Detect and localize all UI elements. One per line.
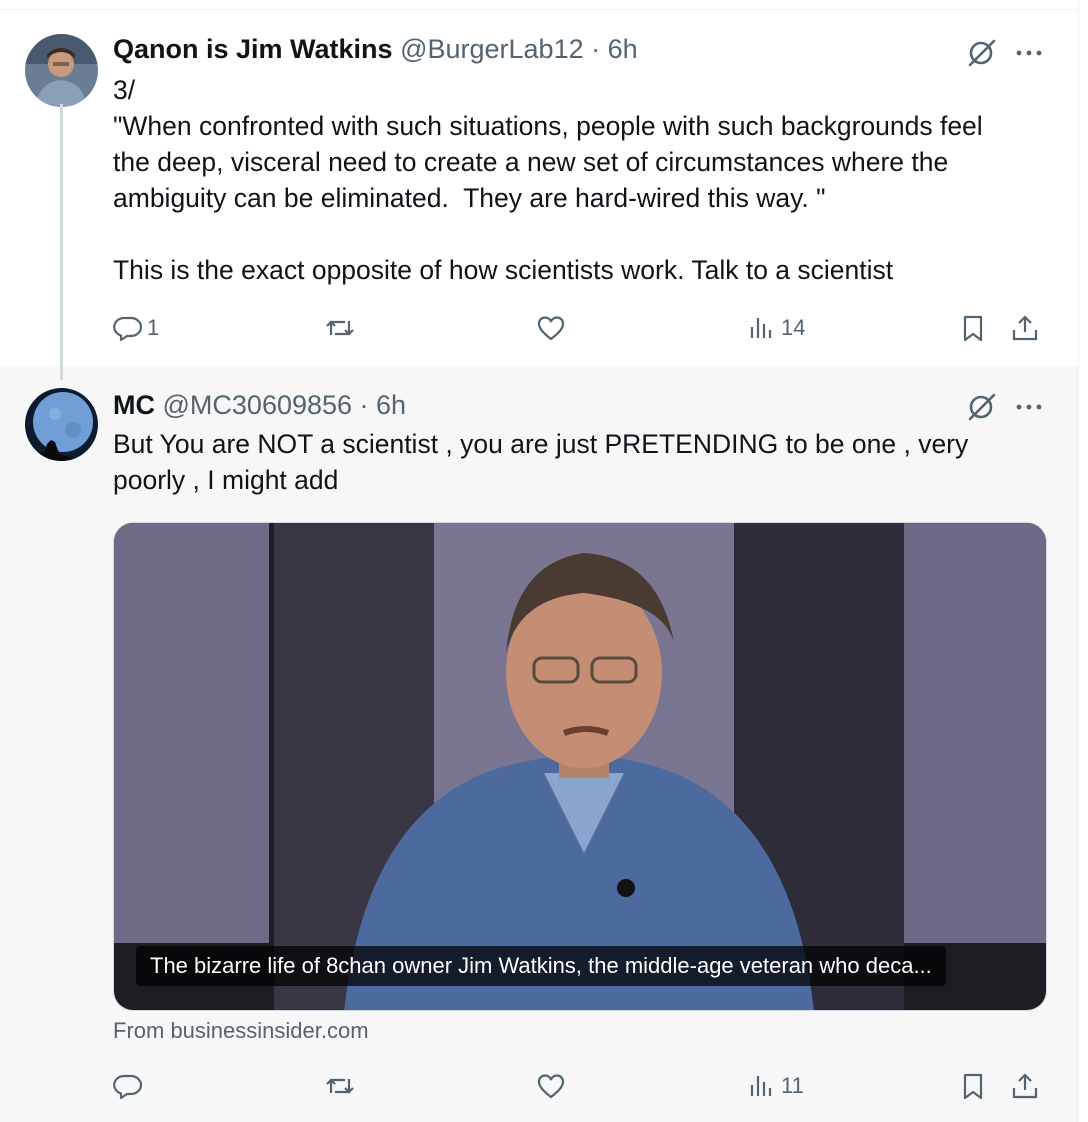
tweet-actions: 11 (113, 1066, 1053, 1106)
views-button[interactable]: 14 (747, 308, 805, 348)
retweet-icon (326, 1078, 354, 1094)
author-handle-time[interactable]: @MC30609856 · 6h (163, 390, 407, 420)
views-icon (750, 1076, 772, 1096)
tweet-text-line: 3/ (113, 75, 136, 105)
share-button[interactable] (1010, 308, 1040, 348)
reply-button[interactable] (113, 1066, 143, 1106)
author-name[interactable]: MC (113, 390, 155, 420)
share-icon (1012, 315, 1038, 341)
share-icon (1012, 1073, 1038, 1099)
author-name[interactable]: Qanon is Jim Watkins (113, 34, 393, 64)
bookmark-icon (963, 1073, 983, 1100)
grok-icon[interactable] (965, 390, 999, 424)
views-count: 11 (781, 1073, 804, 1098)
reply-icon (113, 316, 143, 342)
tweet-text: 3/ "When confronted with such situations… (113, 72, 1053, 288)
tweet-text-line: poorly , I might add (113, 465, 339, 495)
tweet-1[interactable]: Qanon is Jim Watkins @BurgerLab12 · 6h 3… (0, 10, 1078, 366)
bookmark-button[interactable] (958, 1066, 988, 1106)
views-button[interactable]: 11 (747, 1066, 804, 1106)
card-source[interactable]: From businessinsider.com (113, 1018, 369, 1044)
avatar-photo (25, 34, 98, 107)
views-count: 14 (781, 315, 806, 340)
share-button[interactable] (1010, 1066, 1040, 1106)
link-card-media[interactable]: The bizarre life of 8chan owner Jim Watk… (113, 522, 1047, 1011)
like-icon (537, 1074, 565, 1099)
like-button[interactable] (536, 1066, 566, 1106)
retweet-button[interactable] (325, 308, 355, 348)
author-handle-time[interactable]: @BurgerLab12 · 6h (400, 34, 638, 64)
bookmark-icon (963, 315, 983, 342)
thread-connector (60, 104, 63, 380)
like-icon (537, 316, 565, 341)
bookmark-button[interactable] (958, 308, 988, 348)
grok-icon[interactable] (965, 36, 999, 70)
reply-count: 1 (147, 315, 160, 340)
video-caption: The bizarre life of 8chan owner Jim Watk… (136, 946, 946, 986)
tweet-text-line: This is the exact opposite of how scient… (113, 255, 894, 285)
tweet-text: But You are NOT a scientist , you are ju… (113, 426, 1053, 498)
more-icon[interactable] (1013, 43, 1049, 63)
retweet-icon (326, 320, 354, 336)
retweet-button[interactable] (325, 1066, 355, 1106)
views-icon (750, 318, 772, 338)
right-border (1078, 0, 1079, 1122)
tweet-header: Qanon is Jim Watkins @BurgerLab12 · 6h (113, 34, 638, 65)
tweet-text-line: "When confronted with such situations, p… (113, 111, 983, 141)
tweet-actions: 1 14 (113, 308, 1053, 348)
reply-button[interactable]: 1 (113, 308, 159, 348)
reply-icon (113, 1074, 143, 1100)
tweet-header: MC @MC30609856 · 6h (113, 390, 406, 421)
top-divider (0, 0, 1078, 10)
avatar[interactable] (25, 388, 98, 461)
like-button[interactable] (536, 308, 566, 348)
tweet-2[interactable]: MC @MC30609856 · 6h But You are NOT a sc… (0, 104, 1078, 1122)
tweet-text-line: the deep, visceral need to create a new … (113, 147, 949, 177)
more-icon[interactable] (1013, 397, 1049, 417)
video-thumbnail (114, 523, 1046, 1010)
avatar[interactable] (25, 34, 98, 107)
tweet-text-line: But You are NOT a scientist , you are ju… (113, 429, 969, 459)
avatar-photo (25, 388, 98, 461)
tweet-text-line: ambiguity can be eliminated. They are ha… (113, 183, 826, 213)
